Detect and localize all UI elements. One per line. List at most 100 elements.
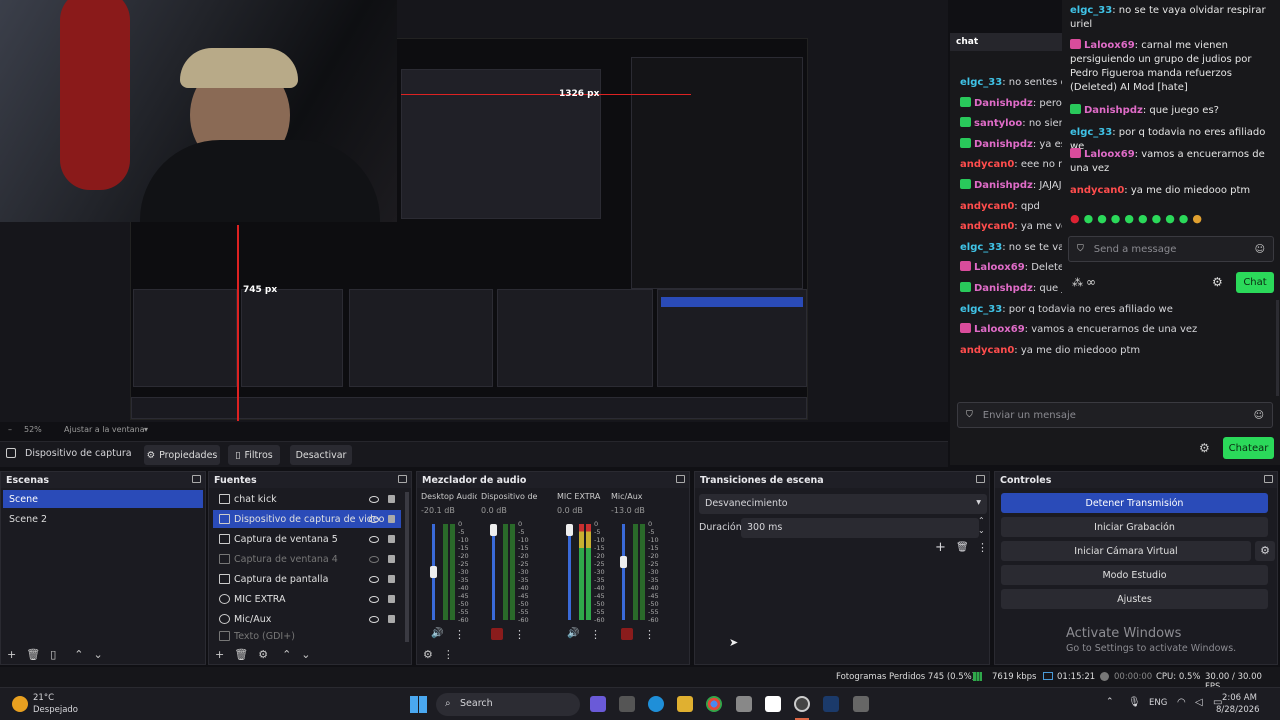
start-virtual-camera-button[interactable]: Iniciar Cámara Virtual — [1001, 541, 1251, 561]
popout-icon[interactable] — [976, 475, 985, 483]
sources-scrollbar[interactable] — [405, 492, 409, 642]
volume-fader-handle[interactable] — [620, 556, 627, 568]
kick-settings-gear-icon[interactable]: ⚙ — [1212, 275, 1223, 289]
clock-time[interactable]: 2:06 AM — [1222, 693, 1257, 703]
speaker-icon[interactable]: 🔊 — [431, 628, 443, 639]
emoji-icon[interactable]: ☺ — [1254, 410, 1264, 421]
wifi-icon[interactable]: ◠ — [1177, 697, 1186, 708]
more-icon[interactable]: ⋮ — [590, 628, 601, 641]
filter-icon[interactable]: ▯ — [50, 648, 56, 661]
gear-icon[interactable]: ⚙ — [258, 648, 268, 661]
eye-icon[interactable] — [369, 495, 379, 503]
source-item[interactable]: MIC EXTRA — [213, 590, 401, 608]
kick-chat-input[interactable]: ⛉ Send a message ☺ — [1068, 236, 1274, 262]
source-item[interactable]: Mic/Aux — [213, 610, 401, 628]
chat-username[interactable]: Laloox69 — [1084, 149, 1135, 160]
eye-icon[interactable] — [369, 595, 379, 603]
chat-username[interactable]: Danishpdz — [974, 139, 1033, 150]
source-item[interactable]: Texto (GDI+) — [213, 630, 401, 642]
volume-fader[interactable] — [492, 524, 495, 620]
zoom-level[interactable]: 52% — [24, 425, 42, 434]
weather-moon-icon[interactable] — [12, 696, 28, 712]
add-icon[interactable]: + — [935, 540, 946, 555]
lock-icon[interactable] — [388, 575, 395, 583]
start-recording-button[interactable]: Iniciar Grabación — [1001, 517, 1268, 537]
language[interactable]: ENG — [1149, 698, 1167, 708]
volume-fader[interactable] — [622, 524, 625, 620]
taskview-icon[interactable] — [619, 696, 635, 712]
volume-fader[interactable] — [568, 524, 571, 620]
chrome-icon[interactable] — [706, 696, 722, 712]
speaker-icon[interactable]: 🔊 — [567, 628, 579, 639]
chevron-up-icon[interactable]: ⌃ — [74, 648, 83, 661]
chat-username[interactable]: elgc_33 — [960, 242, 1002, 253]
more-icon[interactable]: ⋮ — [514, 628, 525, 641]
chat-username[interactable]: Danishpdz — [974, 180, 1033, 191]
properties-button[interactable]: ⚙ Propiedades — [144, 445, 220, 465]
popout-icon[interactable] — [676, 475, 685, 483]
more-icon[interactable]: ⋮ — [454, 628, 465, 641]
app-icon[interactable] — [853, 696, 869, 712]
add-icon[interactable]: + — [215, 648, 224, 661]
volume-fader-handle[interactable] — [566, 524, 573, 536]
chevron-up-icon[interactable]: ⌃ — [282, 648, 291, 661]
volume-fader-handle[interactable] — [490, 524, 497, 536]
source-item[interactable]: chat kick — [213, 490, 401, 508]
chat-username[interactable]: santyloo — [974, 118, 1022, 129]
popout-icon[interactable] — [1264, 475, 1273, 483]
chat-username[interactable]: elgc_33 — [1070, 5, 1112, 16]
scene-item[interactable]: Scene — [3, 490, 203, 508]
mute-icon[interactable] — [621, 628, 633, 643]
copilot-icon[interactable] — [590, 696, 606, 712]
capcut-icon[interactable] — [765, 696, 781, 712]
chat-username[interactable]: andycan0 — [960, 201, 1014, 212]
lock-icon[interactable] — [388, 515, 395, 523]
trash-icon[interactable]: 🗑 — [234, 648, 248, 661]
clock-date[interactable]: 8/28/2026 — [1216, 705, 1260, 715]
chat-username[interactable]: Laloox69 — [974, 262, 1025, 273]
gear-icon[interactable]: ⚙ — [423, 648, 433, 661]
chat-username[interactable]: Laloox69 — [1084, 40, 1135, 51]
spin-up-icon[interactable]: ⌃ — [978, 516, 985, 525]
virtual-camera-gear-icon[interactable]: ⚙ — [1255, 541, 1275, 561]
scene-item[interactable]: Scene 2 — [3, 510, 203, 528]
chevron-down-icon[interactable]: ⌄ — [301, 648, 310, 661]
mute-icon[interactable] — [491, 628, 503, 643]
steam-icon[interactable] — [823, 696, 839, 712]
add-icon[interactable]: + — [7, 648, 16, 661]
zoom-fit[interactable]: Ajustar a la ventana — [64, 425, 145, 434]
chevron-down-icon[interactable]: ⌄ — [93, 648, 102, 661]
lock-icon[interactable] — [388, 495, 395, 503]
tray-chevron-icon[interactable]: ⌃ — [1106, 697, 1114, 707]
lock-icon[interactable] — [388, 595, 395, 603]
chat-send-button[interactable]: Chatear — [1223, 437, 1274, 459]
trash-icon[interactable]: 🗑 — [956, 542, 969, 553]
more-icon[interactable]: ⋮ — [977, 541, 988, 554]
source-item[interactable]: Captura de ventana 5 — [213, 530, 401, 548]
emoji-icon[interactable]: ☺ — [1255, 244, 1265, 255]
windows-start-icon[interactable] — [410, 696, 427, 713]
stop-streaming-button[interactable]: Detener Transmisión — [1001, 493, 1268, 513]
transition-select[interactable]: Desvanecimiento ▾ — [699, 494, 987, 514]
kick-chat-button[interactable]: Chat — [1236, 272, 1274, 293]
settings-button[interactable]: Ajustes — [1001, 589, 1268, 609]
more-icon[interactable]: ⋮ — [443, 648, 454, 661]
deactivate-button[interactable]: Desactivar — [290, 445, 352, 465]
chat-username[interactable]: Danishpdz — [974, 98, 1033, 109]
eye-icon[interactable] — [369, 575, 379, 583]
chevron-down-icon[interactable]: ▾ — [144, 425, 148, 434]
duration-input[interactable]: 300 ms — [741, 518, 979, 538]
chat-username[interactable]: elgc_33 — [1070, 127, 1112, 138]
spin-down-icon[interactable]: ⌄ — [978, 526, 985, 535]
source-item[interactable]: Captura de pantalla — [213, 570, 401, 588]
popout-icon[interactable] — [398, 475, 407, 483]
chat-username[interactable]: andycan0 — [960, 221, 1014, 232]
store-icon[interactable] — [736, 696, 752, 712]
chat-input[interactable]: ⛉ Enviar un mensaje ☺ — [957, 402, 1273, 428]
weather-desc[interactable]: Despejado — [33, 705, 78, 715]
eye-icon[interactable] — [369, 535, 379, 543]
lock-icon[interactable] — [388, 555, 395, 563]
filters-button[interactable]: ▯ Filtros — [228, 445, 280, 465]
eye-icon[interactable] — [369, 515, 379, 523]
chat-settings-gear-icon[interactable]: ⚙ — [1199, 441, 1210, 455]
